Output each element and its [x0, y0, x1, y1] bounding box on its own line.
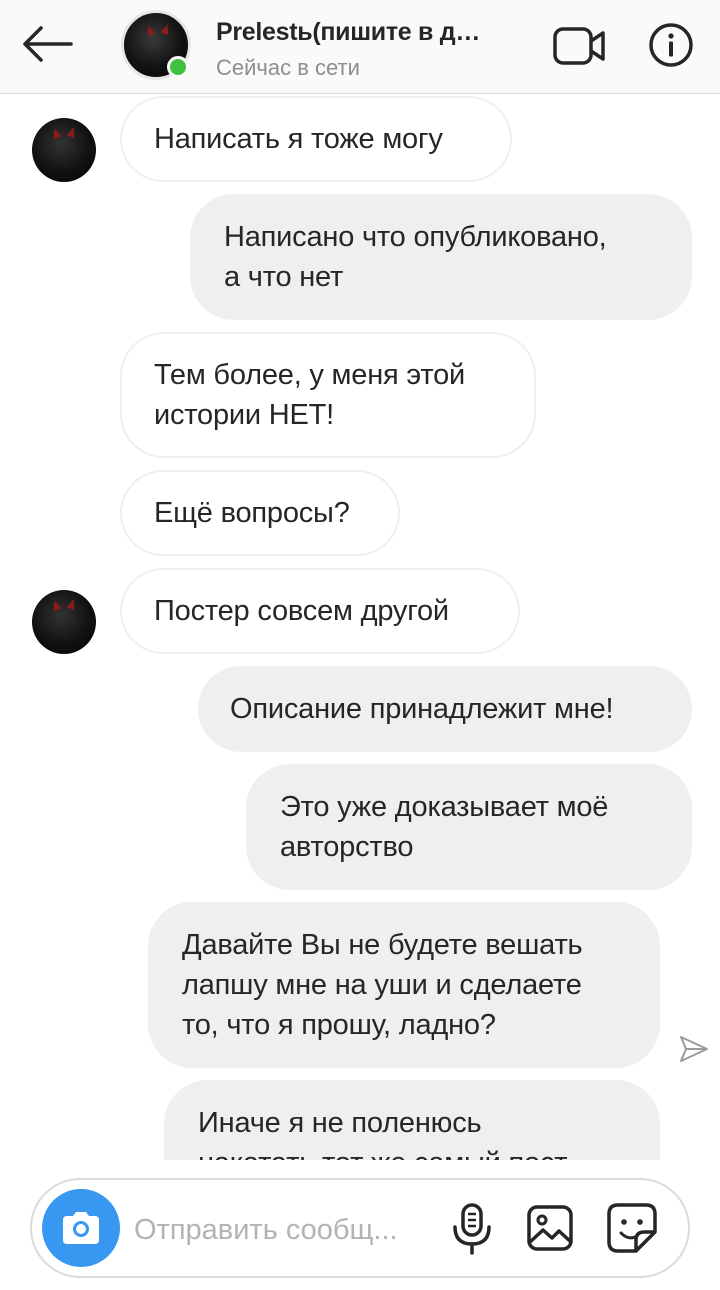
message-text: то, что я прошу, ладно? [182, 1009, 496, 1041]
voice-message-button[interactable] [450, 1202, 494, 1256]
sender-avatar[interactable] [32, 590, 96, 654]
message-text: Тем более, у меня этой [154, 359, 466, 391]
sender-avatar[interactable] [32, 118, 96, 182]
message-text: Написать я тоже могу [154, 123, 443, 155]
info-icon [649, 23, 693, 67]
camera-button[interactable] [42, 1189, 120, 1267]
message-bubble-outgoing[interactable]: Давайте Вы не будете вешать лапшу мне на… [148, 902, 660, 1068]
message-bubble-incoming[interactable]: Написать я тоже могу [120, 96, 512, 182]
info-button[interactable] [648, 22, 694, 68]
message-bubble-outgoing[interactable]: Иначе я не поленюсь накатать тот же самы… [164, 1080, 660, 1160]
message-bubble-incoming[interactable]: Тем более, у меня этой истории НЕТ! [120, 332, 536, 458]
message-text: накатать тот же самый пост [198, 1143, 626, 1160]
share-arrow-icon[interactable] [678, 1033, 710, 1065]
message-input[interactable] [134, 1210, 434, 1250]
message-thread[interactable]: Написать я тоже могу Написано что опубли… [0, 94, 720, 1160]
message-text: истории НЕТ! [154, 399, 335, 431]
microphone-icon [453, 1203, 491, 1255]
message-text: Это уже доказывает моё [280, 791, 609, 823]
image-gallery-icon [527, 1205, 573, 1251]
video-camera-icon [553, 27, 605, 65]
contact-name: Prelestь(пишите в д… [216, 18, 481, 46]
gallery-button[interactable] [526, 1204, 574, 1252]
video-call-button[interactable] [552, 24, 608, 68]
back-button[interactable] [18, 22, 76, 66]
message-text: Иначе я не поленюсь [198, 1107, 482, 1139]
sticker-icon [607, 1203, 657, 1253]
message-text: Постер совсем другой [154, 595, 449, 627]
message-bubble-incoming[interactable]: Постер совсем другой [120, 568, 520, 654]
contact-avatar[interactable] [121, 10, 191, 80]
online-status-indicator [167, 56, 189, 78]
message-bubble-outgoing[interactable]: Описание принадлежит мне! [198, 666, 692, 752]
sticker-button[interactable] [606, 1202, 658, 1254]
message-text: Давайте Вы не будете вешать [182, 929, 583, 961]
chat-header: Prelestь(пишите в д… Сейчас в сети [0, 0, 720, 94]
message-bubble-outgoing[interactable]: Это уже доказывает моё авторство [246, 764, 692, 890]
contact-status: Сейчас в сети [216, 55, 360, 80]
message-composer [30, 1178, 690, 1278]
message-text: авторство [280, 831, 414, 863]
contact-info[interactable]: Prelestь(пишите в д… Сейчас в сети [216, 18, 516, 81]
message-bubble-incoming[interactable]: Ещё вопросы? [120, 470, 400, 556]
message-bubble-outgoing[interactable]: Написано что опубликовано, а что нет [190, 194, 692, 320]
message-text: а что нет [224, 261, 344, 293]
message-text: Описание принадлежит мне! [230, 693, 614, 725]
camera-icon [63, 1212, 99, 1244]
message-text: Написано что опубликовано, [224, 221, 607, 253]
message-text: лапшу мне на уши и сделаете [182, 969, 582, 1001]
message-text: Ещё вопросы? [154, 497, 350, 529]
arrow-left-icon [23, 26, 73, 62]
